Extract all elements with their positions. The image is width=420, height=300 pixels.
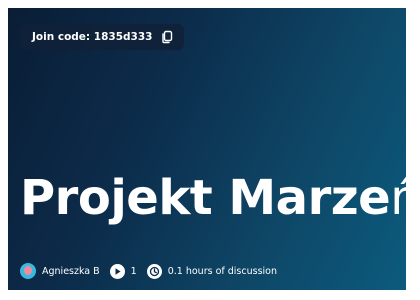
avatar [20, 263, 36, 279]
join-code-pill[interactable]: Join code: 1835d333 [20, 24, 185, 50]
discussion-info: 0.1 hours of discussion [146, 263, 277, 279]
page-title: Projekt Marzeń [20, 174, 406, 222]
title-last: ń [390, 170, 406, 226]
plays-info: 1 [109, 263, 137, 279]
author-name: Agnieszka B [42, 265, 100, 277]
title-main: Projekt Marze [20, 170, 391, 226]
join-code-label: Join code: 1835d333 [32, 31, 153, 43]
play-icon [109, 263, 125, 279]
plays-count: 1 [130, 265, 137, 277]
clock-icon [146, 263, 162, 279]
hero-banner: Join code: 1835d333 Projekt Marzeń Agnie… [8, 8, 406, 290]
discussion-text: 0.1 hours of discussion [167, 265, 277, 277]
copy-icon[interactable] [160, 30, 174, 44]
meta-row: Agnieszka B 1 0.1 hours of discussion [20, 262, 287, 280]
author-info[interactable]: Agnieszka B [20, 263, 100, 279]
